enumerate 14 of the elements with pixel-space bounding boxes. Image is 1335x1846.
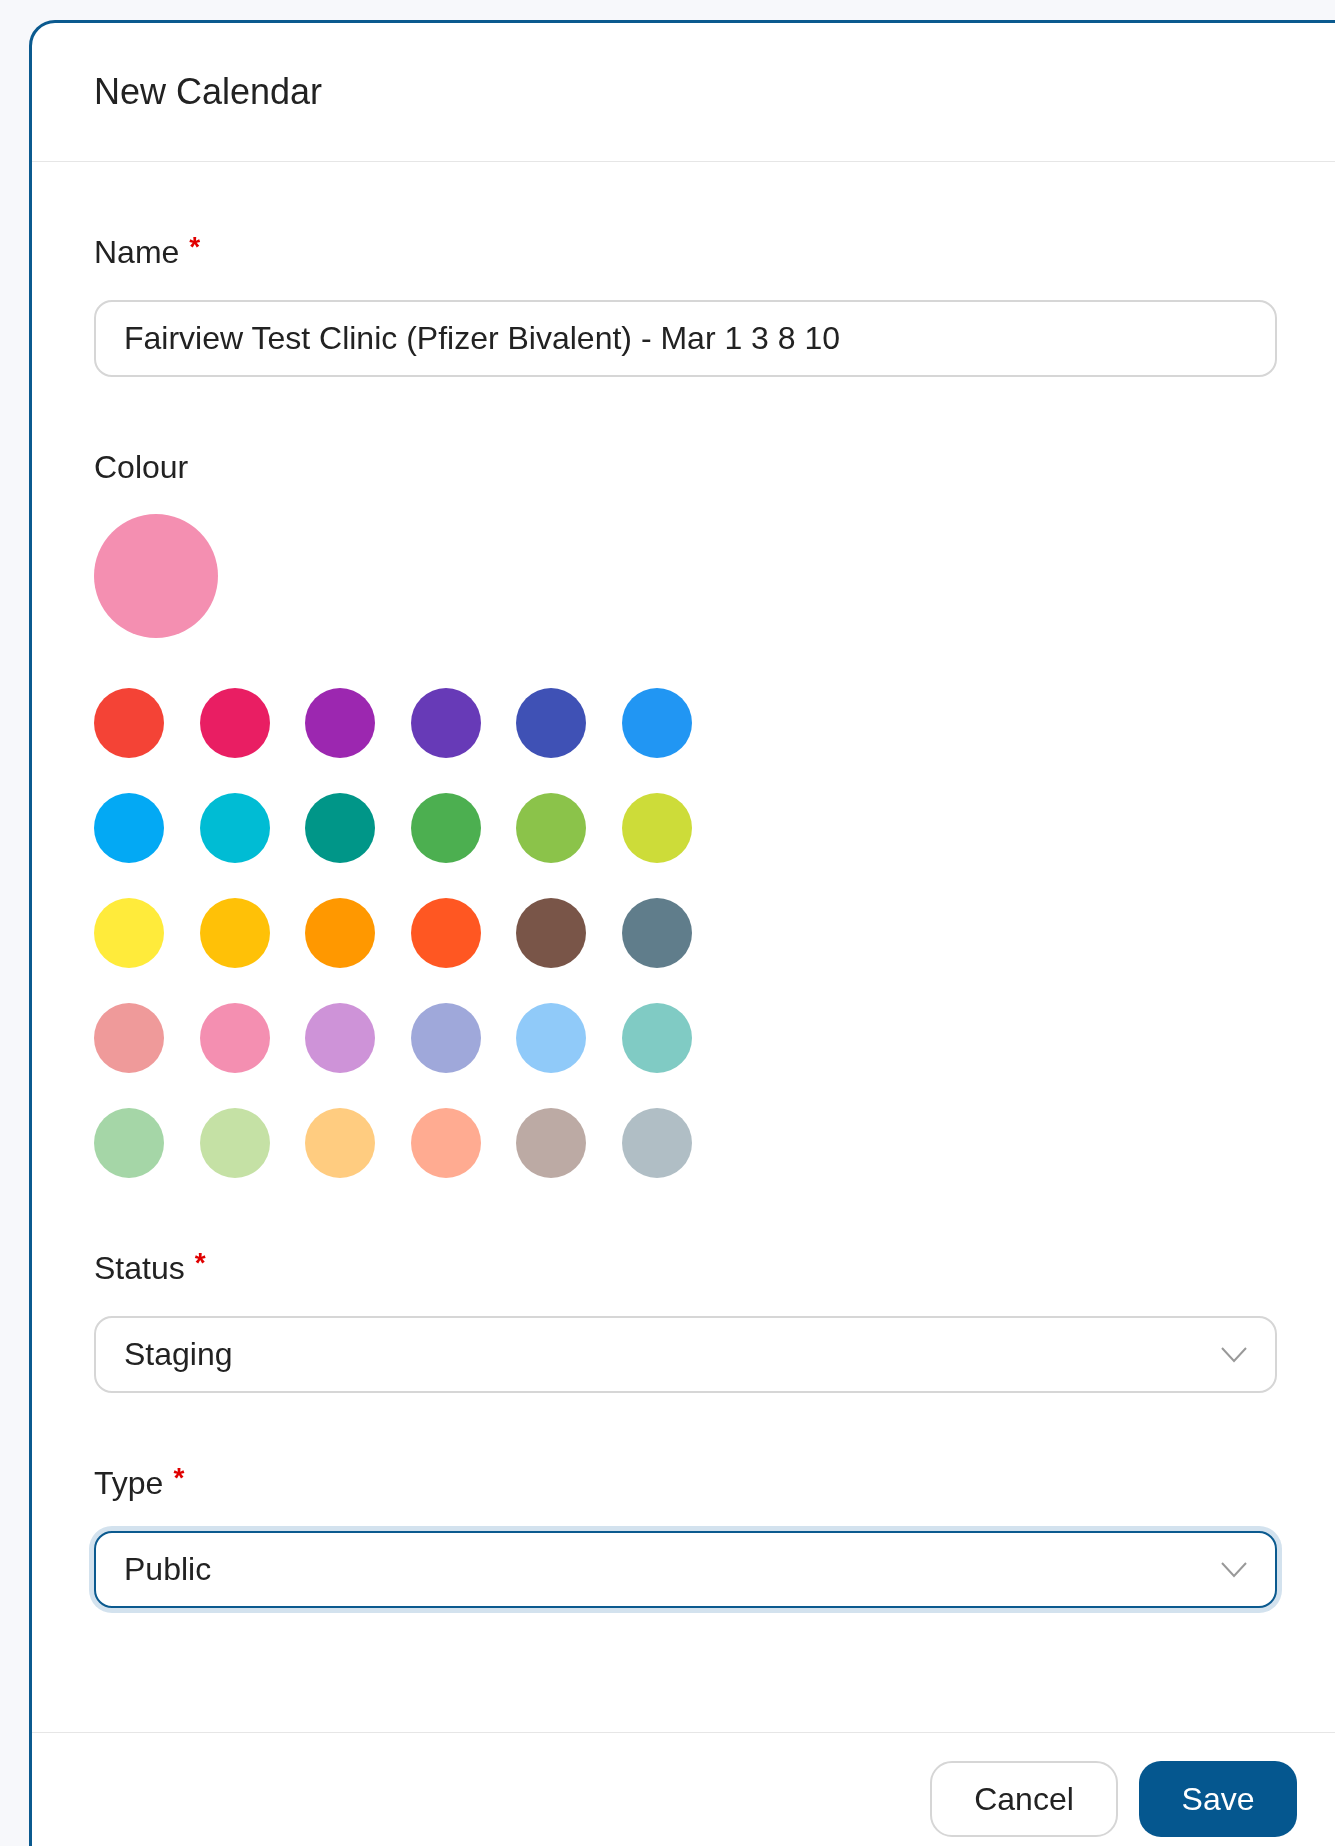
name-input[interactable]: Fairview Test Clinic (Pfizer Bivalent) - Mar 1 3 8 10 bbox=[94, 300, 1277, 377]
select-field[interactable]: Staging bbox=[94, 1316, 1277, 1393]
required-mark: * bbox=[189, 232, 201, 262]
field-label: Name bbox=[94, 233, 180, 272]
required-mark: * bbox=[173, 1463, 185, 1493]
save-button[interactable]: Save bbox=[1139, 1761, 1297, 1837]
chevron-down-icon bbox=[1221, 1346, 1247, 1363]
field-label: Type bbox=[94, 1464, 164, 1503]
required-mark: * bbox=[194, 1248, 206, 1278]
cancel-button[interactable]: Cancel bbox=[930, 1761, 1118, 1837]
dialog-title: New Calendar bbox=[94, 71, 323, 113]
chevron-down-icon bbox=[1221, 1561, 1247, 1578]
field-label: Colour bbox=[94, 448, 189, 487]
field-label: Status bbox=[94, 1249, 185, 1288]
